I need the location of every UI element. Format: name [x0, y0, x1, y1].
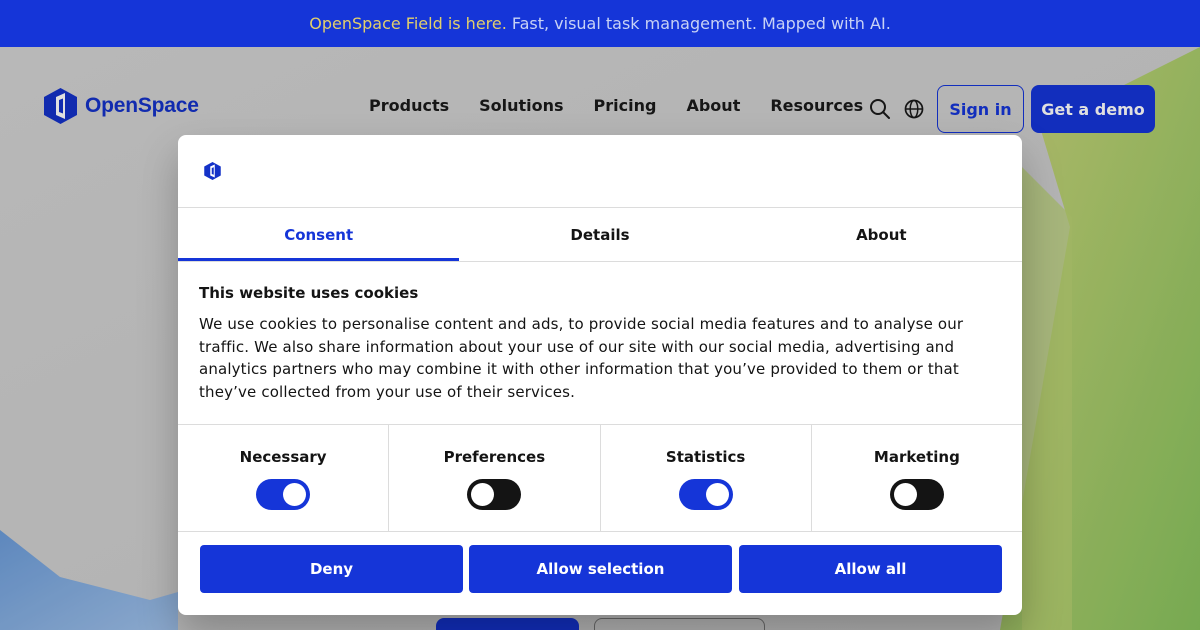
category-label: Statistics	[665, 448, 746, 466]
category-marketing: Marketing	[812, 425, 1022, 531]
dialog-logo-icon	[204, 162, 221, 180]
deny-button[interactable]: Deny	[200, 545, 463, 593]
category-label: Necessary	[239, 448, 327, 466]
category-label: Marketing	[873, 448, 960, 466]
allow-all-button[interactable]: Allow all	[739, 545, 1002, 593]
category-preferences: Preferences	[389, 425, 601, 531]
preferences-toggle[interactable]	[467, 479, 522, 510]
tab-details[interactable]: Details	[459, 208, 740, 261]
allow-selection-button[interactable]: Allow selection	[469, 545, 732, 593]
dialog-title: This website uses cookies	[199, 284, 419, 302]
statistics-toggle[interactable]	[678, 479, 733, 510]
category-label: Preferences	[443, 448, 546, 466]
cookie-consent-dialog: Consent Details About This website uses …	[178, 135, 1022, 615]
dialog-body-text: We use cookies to personalise content an…	[199, 315, 964, 401]
tab-consent[interactable]: Consent	[178, 208, 460, 261]
toggle-knob	[705, 483, 729, 506]
tab-about[interactable]: About	[741, 208, 1022, 261]
announcement-highlight[interactable]: OpenSpace Field is here.	[309, 14, 507, 33]
toggle-knob	[471, 483, 495, 506]
toggle-knob	[893, 483, 917, 506]
announcement-bar[interactable]: OpenSpace Field is here. Fast, visual ta…	[0, 0, 1200, 47]
category-statistics: Statistics	[601, 425, 812, 531]
category-necessary: Necessary	[178, 425, 390, 531]
divider	[178, 531, 1022, 532]
announcement-text: Fast, visual task management. Mapped wit…	[511, 14, 891, 33]
cookie-categories: Necessary Preferences Statistics Marketi…	[178, 425, 1022, 531]
divider	[178, 261, 1022, 262]
marketing-toggle[interactable]	[889, 479, 944, 510]
necessary-toggle[interactable]	[256, 479, 311, 510]
consent-tabs: Consent Details About	[178, 208, 1022, 261]
toggle-knob	[283, 483, 307, 506]
